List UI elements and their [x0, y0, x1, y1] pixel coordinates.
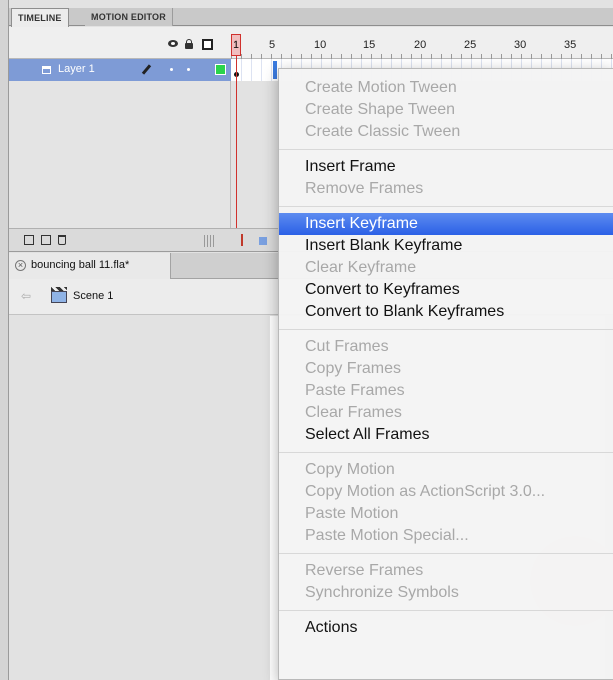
clapperboard-icon [51, 287, 67, 303]
layer-name[interactable]: Layer 1 [58, 63, 95, 75]
menu-clear-keyframe: Clear Keyframe [305, 259, 417, 276]
ruler-number: 20 [414, 39, 427, 51]
menu-separator [279, 323, 613, 336]
trash-icon[interactable] [58, 235, 66, 245]
menu-synchronize-symbols: Synchronize Symbols [305, 584, 459, 601]
panel-tabs: TIMELINE MOTION EDITOR [9, 8, 613, 27]
menu-separator [279, 446, 613, 459]
menu-create-motion-tween: Create Motion Tween [305, 79, 457, 96]
menu-separator [279, 143, 613, 156]
menu-create-classic-tween: Create Classic Tween [305, 123, 461, 140]
menu-clear-frames: Clear Frames [305, 404, 402, 421]
playhead[interactable]: 1 [231, 34, 241, 56]
onion-skin-icon[interactable] [259, 237, 267, 245]
layer-color-swatch[interactable] [215, 64, 226, 75]
center-frame-icon[interactable] [241, 234, 247, 246]
menu-remove-frames: Remove Frames [305, 180, 424, 197]
eye-icon[interactable] [168, 39, 178, 49]
close-icon[interactable]: × [15, 260, 26, 271]
menu-separator [279, 200, 613, 213]
document-title: bouncing ball 11.fla* [31, 259, 130, 271]
frame-ruler[interactable]: 1 5 10 15 20 25 30 35 [231, 27, 613, 59]
menu-insert-frame[interactable]: Insert Frame [279, 156, 613, 178]
ruler-number: 35 [564, 39, 577, 51]
selected-frame[interactable] [273, 61, 277, 79]
ruler-number: 15 [363, 39, 376, 51]
back-arrow-icon[interactable]: ⇦ [21, 289, 31, 303]
menu-insert-blank-keyframe[interactable]: Insert Blank Keyframe [279, 235, 613, 257]
lock-icon[interactable] [184, 39, 194, 49]
ruler-number: 10 [314, 39, 327, 51]
document-tab[interactable]: × bouncing ball 11.fla* [9, 253, 171, 279]
scene-label[interactable]: Scene 1 [73, 290, 113, 302]
context-menu: Create Motion Tween Create Shape Tween C… [278, 68, 613, 680]
ruler-number: 5 [269, 39, 276, 51]
menu-create-shape-tween: Create Shape Tween [305, 101, 456, 118]
visibility-dot[interactable] [170, 68, 173, 71]
lock-dot[interactable] [187, 68, 190, 71]
splitter-handle[interactable] [204, 235, 214, 247]
menu-convert-to-blank-keyframes[interactable]: Convert to Blank Keyframes [279, 301, 613, 323]
tab-motion-editor[interactable]: MOTION EDITOR [85, 8, 173, 26]
timeline-header: 1 5 10 15 20 25 30 35 [9, 27, 613, 59]
ruler-number: 30 [514, 39, 527, 51]
menu-reverse-frames: Reverse Frames [305, 562, 424, 579]
outline-icon[interactable] [202, 39, 213, 50]
menu-insert-keyframe[interactable]: Insert Keyframe [279, 213, 613, 235]
menu-copy-frames: Copy Frames [305, 360, 402, 377]
pencil-icon [141, 64, 152, 75]
menu-paste-motion-special: Paste Motion Special... [305, 527, 469, 544]
menu-actions[interactable]: Actions [279, 617, 613, 639]
menu-cut-frames: Cut Frames [305, 338, 389, 355]
new-folder-icon[interactable] [41, 235, 51, 245]
layer-icon [42, 66, 51, 74]
menu-separator [279, 547, 613, 560]
tab-timeline[interactable]: TIMELINE [11, 8, 69, 27]
new-layer-icon[interactable] [24, 235, 34, 245]
layers-list-empty [9, 81, 231, 228]
menu-select-all-frames[interactable]: Select All Frames [279, 424, 613, 446]
menu-copy-motion-as3: Copy Motion as ActionScript 3.0... [305, 483, 546, 500]
ruler-number: 25 [464, 39, 477, 51]
menu-paste-frames: Paste Frames [305, 382, 405, 399]
menu-paste-motion: Paste Motion [305, 505, 399, 522]
menu-copy-motion: Copy Motion [305, 461, 395, 478]
playhead-line [236, 56, 237, 252]
menu-convert-to-keyframes[interactable]: Convert to Keyframes [279, 279, 613, 301]
menu-separator [279, 604, 613, 617]
